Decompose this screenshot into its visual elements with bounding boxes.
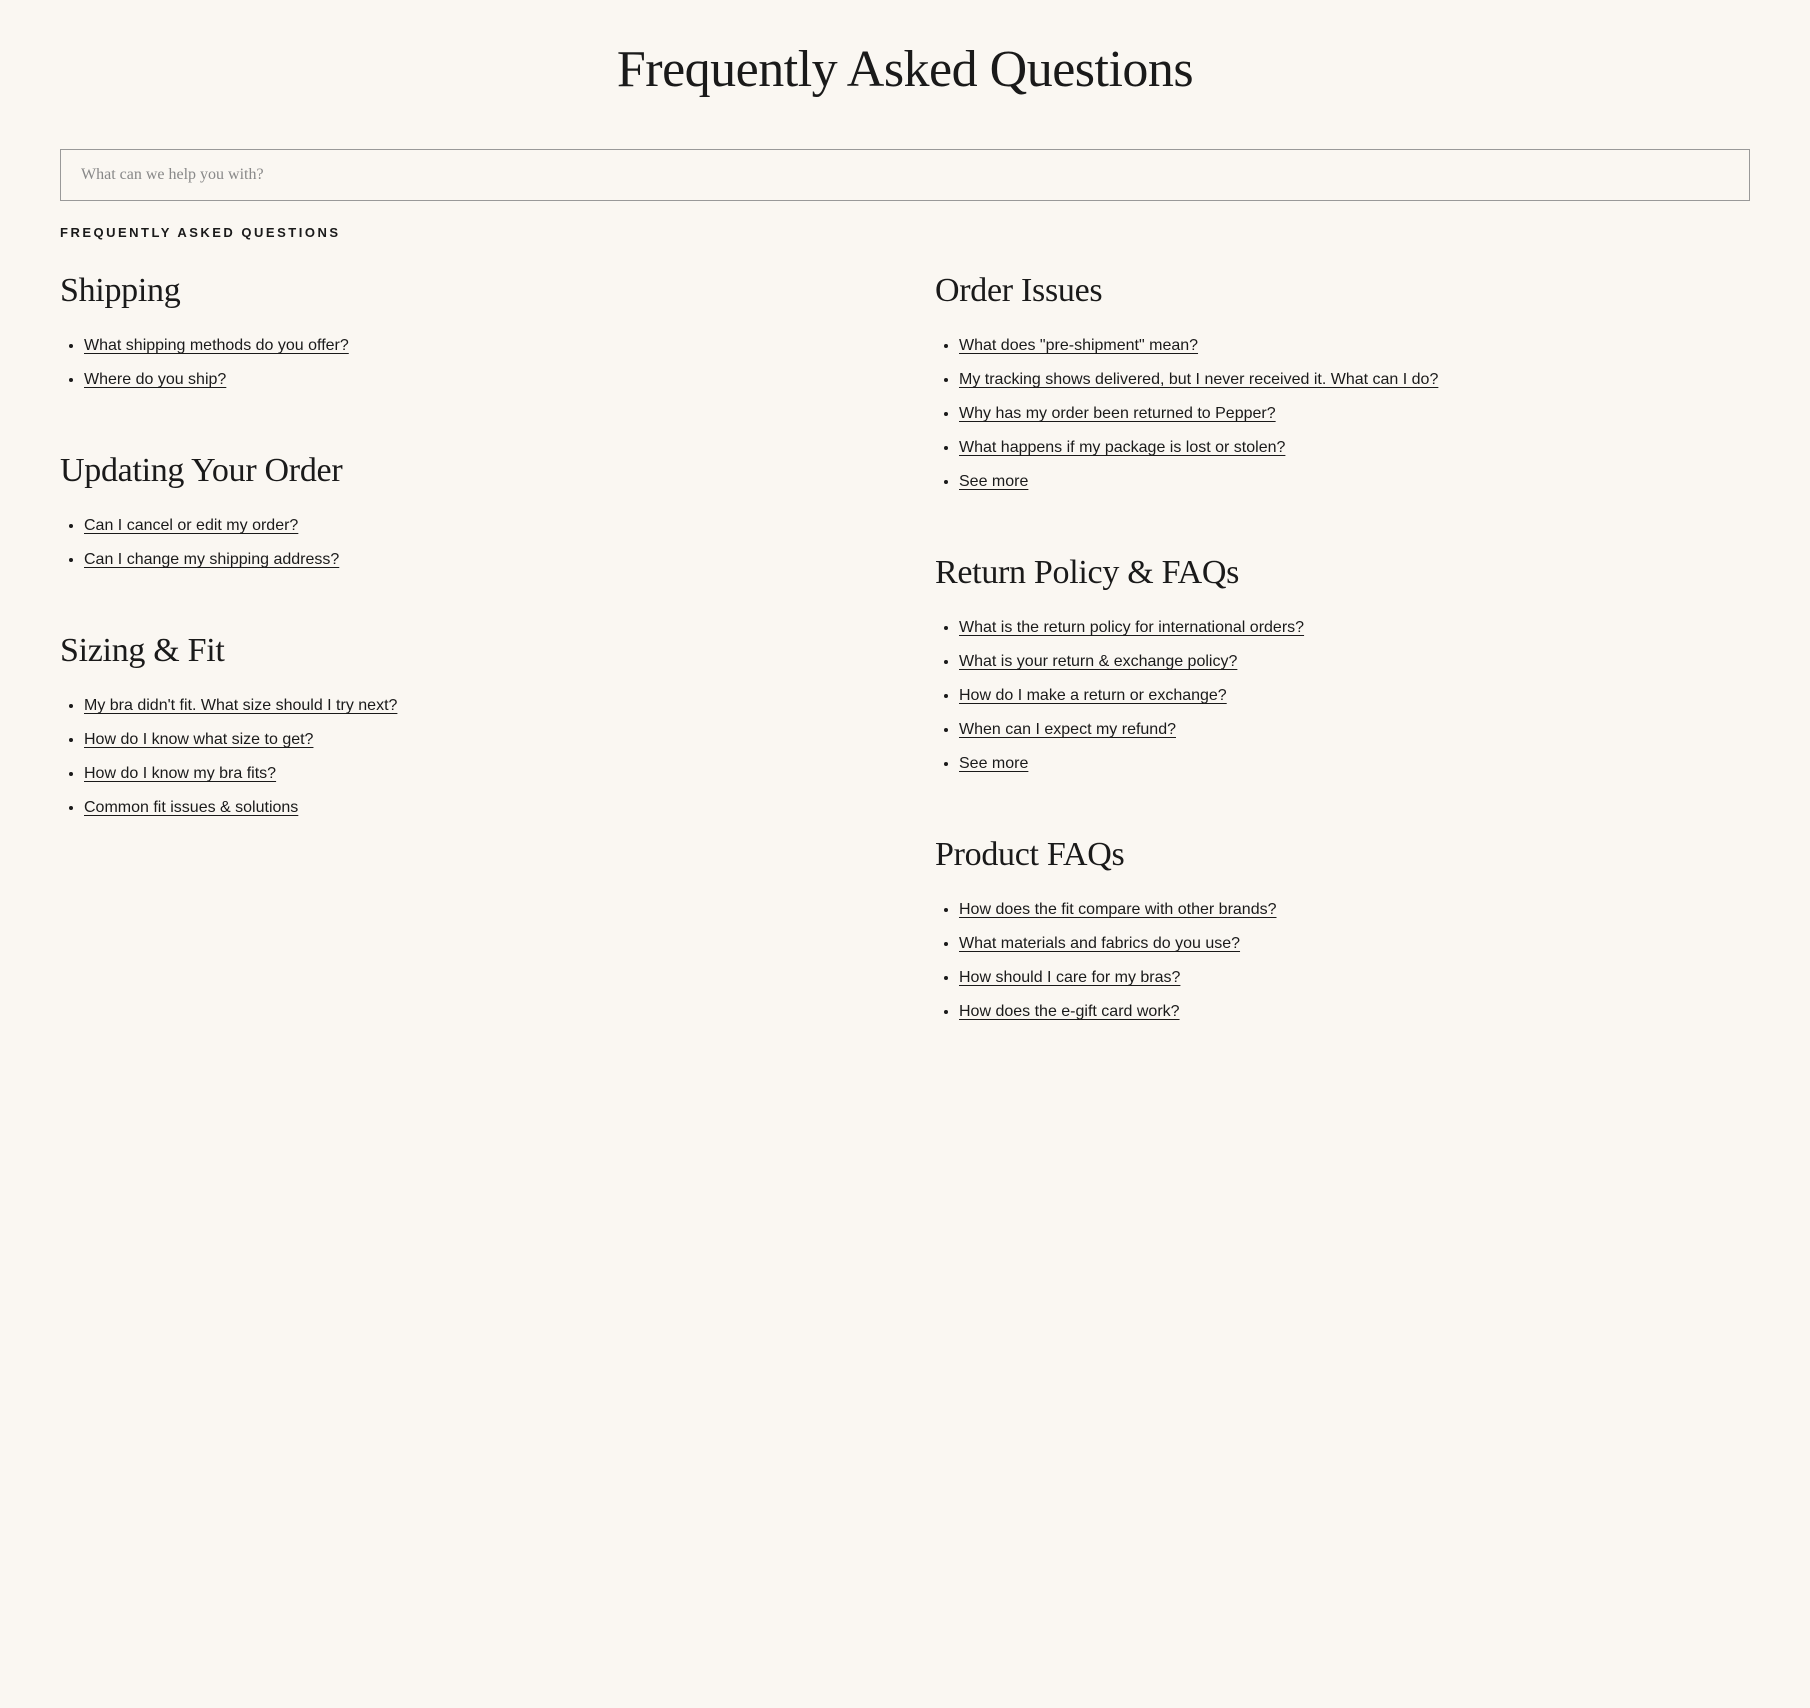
faq-link[interactable]: How does the fit compare with other bran… xyxy=(959,901,1277,918)
category-order-issues: Order Issues What does "pre-shipment" me… xyxy=(935,272,1750,494)
list-item: Can I change my shipping address? xyxy=(84,548,875,572)
list-item: Common fit issues & solutions xyxy=(84,796,875,820)
category-product-faqs: Product FAQs How does the fit compare wi… xyxy=(935,836,1750,1024)
faq-list-updating-order: Can I cancel or edit my order? Can I cha… xyxy=(60,514,875,572)
faq-link[interactable]: How do I make a return or exchange? xyxy=(959,687,1227,704)
search-input[interactable] xyxy=(60,149,1750,201)
category-title-product-faqs: Product FAQs xyxy=(935,836,1750,874)
category-title-shipping: Shipping xyxy=(60,272,875,310)
faq-list-return-policy: What is the return policy for internatio… xyxy=(935,616,1750,776)
faq-link[interactable]: How should I care for my bras? xyxy=(959,969,1180,986)
category-return-policy: Return Policy & FAQs What is the return … xyxy=(935,554,1750,776)
faq-link[interactable]: What shipping methods do you offer? xyxy=(84,337,349,354)
category-title-sizing-fit: Sizing & Fit xyxy=(60,632,875,670)
faq-link[interactable]: How do I know my bra fits? xyxy=(84,765,276,782)
faq-list-sizing-fit: My bra didn't fit. What size should I tr… xyxy=(60,694,875,820)
faq-right-column: Order Issues What does "pre-shipment" me… xyxy=(935,272,1750,1084)
category-title-order-issues: Order Issues xyxy=(935,272,1750,310)
faq-link[interactable]: Common fit issues & solutions xyxy=(84,799,298,816)
list-item: How does the fit compare with other bran… xyxy=(959,898,1750,922)
faq-list-product-faqs: How does the fit compare with other bran… xyxy=(935,898,1750,1024)
list-item: When can I expect my refund? xyxy=(959,718,1750,742)
list-item: What is the return policy for internatio… xyxy=(959,616,1750,640)
faq-link[interactable]: Why has my order been returned to Pepper… xyxy=(959,405,1276,422)
list-item: How do I know my bra fits? xyxy=(84,762,875,786)
faq-link[interactable]: What is your return & exchange policy? xyxy=(959,653,1237,670)
faq-link[interactable]: My bra didn't fit. What size should I tr… xyxy=(84,697,397,714)
see-more-order-issues[interactable]: See more xyxy=(959,473,1028,490)
faq-link[interactable]: What does "pre-shipment" mean? xyxy=(959,337,1198,354)
faq-link[interactable]: Can I change my shipping address? xyxy=(84,551,339,568)
list-item: Why has my order been returned to Pepper… xyxy=(959,402,1750,426)
category-shipping: Shipping What shipping methods do you of… xyxy=(60,272,875,392)
list-item: What happens if my package is lost or st… xyxy=(959,436,1750,460)
category-updating-order: Updating Your Order Can I cancel or edit… xyxy=(60,452,875,572)
list-item: Where do you ship? xyxy=(84,368,875,392)
list-item: What is your return & exchange policy? xyxy=(959,650,1750,674)
search-container xyxy=(60,149,1750,201)
faq-left-column: Shipping What shipping methods do you of… xyxy=(60,272,875,1084)
list-item: See more xyxy=(959,470,1750,494)
list-item: See more xyxy=(959,752,1750,776)
category-sizing-fit: Sizing & Fit My bra didn't fit. What siz… xyxy=(60,632,875,820)
list-item: What materials and fabrics do you use? xyxy=(959,932,1750,956)
list-item: How should I care for my bras? xyxy=(959,966,1750,990)
faq-link[interactable]: When can I expect my refund? xyxy=(959,721,1176,738)
see-more-return-policy[interactable]: See more xyxy=(959,755,1028,772)
faq-link[interactable]: How does the e-gift card work? xyxy=(959,1003,1180,1020)
faq-grid: Shipping What shipping methods do you of… xyxy=(60,272,1750,1084)
faq-link[interactable]: What is the return policy for internatio… xyxy=(959,619,1304,636)
faq-link[interactable]: What happens if my package is lost or st… xyxy=(959,439,1285,456)
list-item: My tracking shows delivered, but I never… xyxy=(959,368,1750,392)
list-item: How do I make a return or exchange? xyxy=(959,684,1750,708)
faq-link[interactable]: My tracking shows delivered, but I never… xyxy=(959,371,1438,388)
category-title-return-policy: Return Policy & FAQs xyxy=(935,554,1750,592)
faq-link[interactable]: Where do you ship? xyxy=(84,371,226,388)
faq-list-shipping: What shipping methods do you offer? Wher… xyxy=(60,334,875,392)
list-item: How does the e-gift card work? xyxy=(959,1000,1750,1024)
list-item: What does "pre-shipment" mean? xyxy=(959,334,1750,358)
faq-link[interactable]: Can I cancel or edit my order? xyxy=(84,517,298,534)
list-item: My bra didn't fit. What size should I tr… xyxy=(84,694,875,718)
faq-link[interactable]: What materials and fabrics do you use? xyxy=(959,935,1240,952)
category-title-updating-order: Updating Your Order xyxy=(60,452,875,490)
faq-list-order-issues: What does "pre-shipment" mean? My tracki… xyxy=(935,334,1750,494)
list-item: Can I cancel or edit my order? xyxy=(84,514,875,538)
section-label: FREQUENTLY ASKED QUESTIONS xyxy=(60,225,1750,240)
page-title: Frequently Asked Questions xyxy=(60,40,1750,99)
faq-link[interactable]: How do I know what size to get? xyxy=(84,731,313,748)
list-item: How do I know what size to get? xyxy=(84,728,875,752)
list-item: What shipping methods do you offer? xyxy=(84,334,875,358)
